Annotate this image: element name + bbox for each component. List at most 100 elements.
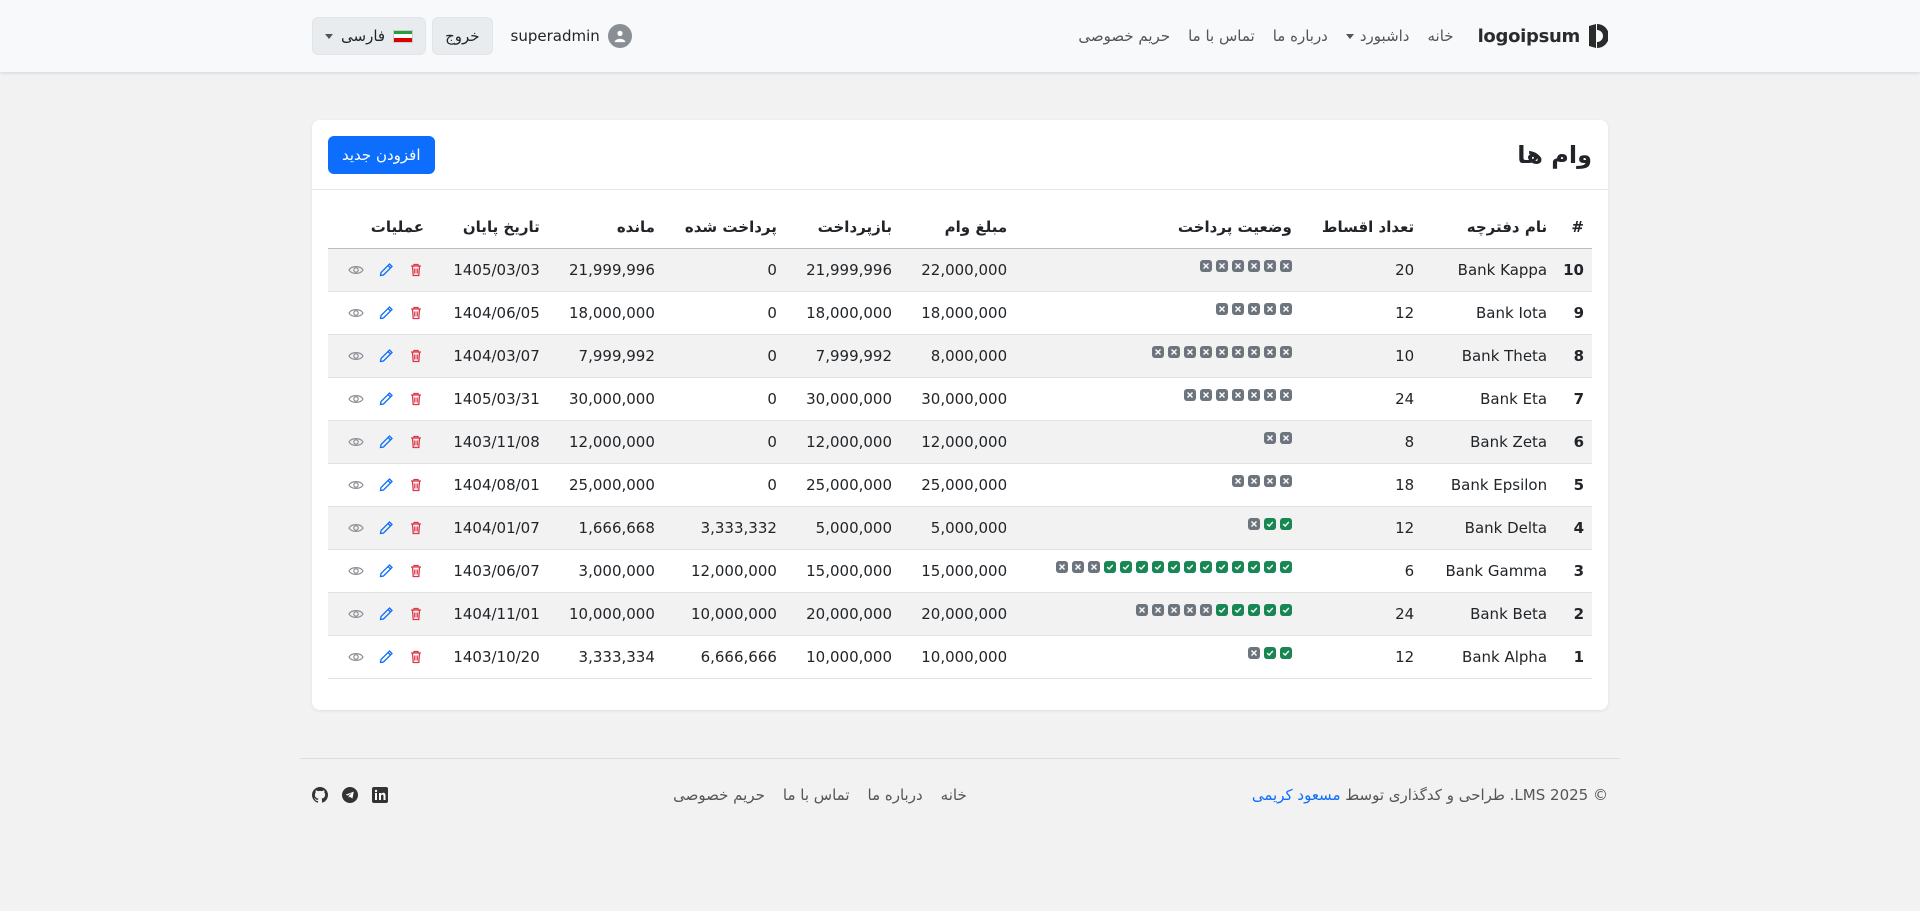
eye-icon[interactable] — [348, 348, 364, 364]
cell-book-name: Bank Kappa — [1422, 248, 1556, 292]
user-menu[interactable]: superadmin — [511, 24, 632, 48]
brand-logo[interactable]: logoipsum — [1478, 22, 1608, 50]
author-link[interactable]: مسعود کریمی — [1252, 786, 1341, 804]
pencil-icon[interactable] — [378, 649, 394, 665]
cell-id: 7 — [1555, 377, 1592, 421]
pencil-icon[interactable] — [378, 606, 394, 622]
cell-paid: 0 — [662, 291, 785, 335]
cell-end-date: 1403/11/08 — [432, 420, 548, 464]
cell-loan-amount: 30,000,000 — [900, 377, 1016, 421]
trash-icon[interactable] — [408, 434, 424, 450]
trash-icon[interactable] — [408, 305, 424, 321]
cell-paid: 0 — [662, 420, 785, 464]
trash-icon[interactable] — [408, 262, 424, 278]
table-row: 8 Bank Theta 10 8,000,000 7,999,992 0 7,999,99… — [328, 334, 1592, 378]
trash-icon[interactable] — [408, 606, 424, 622]
pencil-icon[interactable] — [378, 477, 394, 493]
payment-status-indicators — [1023, 603, 1292, 616]
table-row: 5 Bank Epsilon 18 25,000,000 25,000,000 0 25,0… — [328, 463, 1592, 507]
cross-icon — [1247, 345, 1260, 358]
cell-payment-status — [1015, 592, 1300, 636]
cross-icon — [1151, 345, 1164, 358]
eye-icon[interactable] — [348, 477, 364, 493]
cell-loan-amount: 12,000,000 — [900, 420, 1016, 464]
footer-link-contact[interactable]: تماس با ما — [783, 786, 850, 804]
github-icon[interactable] — [312, 787, 329, 803]
trash-icon[interactable] — [408, 563, 424, 579]
cell-installments: 20 — [1299, 248, 1423, 292]
pencil-icon[interactable] — [378, 391, 394, 407]
check-icon — [1215, 560, 1228, 573]
nav-link-privacy[interactable]: حریم خصوصی — [1078, 27, 1170, 45]
nav-link-about[interactable]: درباره ما — [1273, 27, 1328, 45]
table-wrapper: # نام دفترچه تعداد اقساط وضعیت پرداخت مبلغ و… — [312, 190, 1608, 679]
row-actions — [336, 305, 424, 321]
footer-link-about[interactable]: درباره ما — [868, 786, 923, 804]
pencil-icon[interactable] — [378, 520, 394, 536]
cell-book-name: Bank Eta — [1422, 377, 1556, 421]
cell-loan-amount: 15,000,000 — [900, 549, 1016, 593]
check-icon — [1263, 517, 1276, 530]
check-icon — [1167, 560, 1180, 573]
cell-operations — [328, 248, 433, 292]
eye-icon[interactable] — [348, 305, 364, 321]
telegram-icon[interactable] — [342, 787, 359, 803]
nav-link-contact[interactable]: تماس با ما — [1188, 27, 1255, 45]
cell-payment-status — [1015, 420, 1300, 464]
trash-icon[interactable] — [408, 391, 424, 407]
cross-icon — [1199, 603, 1212, 616]
pencil-icon[interactable] — [378, 434, 394, 450]
cell-payment-status — [1015, 248, 1300, 292]
cross-icon — [1279, 302, 1292, 315]
eye-icon[interactable] — [348, 563, 364, 579]
eye-icon[interactable] — [348, 520, 364, 536]
cell-book-name: Bank Iota — [1422, 291, 1556, 335]
eye-icon[interactable] — [348, 391, 364, 407]
cell-id: 6 — [1555, 420, 1592, 464]
cell-end-date: 1404/06/05 — [432, 291, 548, 335]
top-navbar: logoipsum خانه داشبورد درباره ما تماس با… — [0, 0, 1920, 72]
cross-icon — [1231, 259, 1244, 272]
logout-button[interactable]: خروج — [432, 17, 493, 55]
nav-link-home[interactable]: خانه — [1428, 27, 1454, 45]
cell-payment-status — [1015, 506, 1300, 550]
cross-icon — [1263, 388, 1276, 401]
footer-link-home[interactable]: خانه — [941, 786, 967, 804]
trash-icon[interactable] — [408, 520, 424, 536]
pencil-icon[interactable] — [378, 348, 394, 364]
cell-repayment: 18,000,000 — [784, 291, 901, 335]
trash-icon[interactable] — [408, 348, 424, 364]
header-book-name: نام دفترچه — [1422, 206, 1556, 249]
pencil-icon[interactable] — [378, 305, 394, 321]
trash-icon[interactable] — [408, 649, 424, 665]
language-dropdown[interactable]: فارسی — [312, 17, 427, 55]
pencil-icon[interactable] — [378, 563, 394, 579]
eye-icon[interactable] — [348, 606, 364, 622]
table-row: 1 Bank Alpha 12 10,000,000 10,000,000 6,666,6… — [328, 635, 1592, 679]
eye-icon[interactable] — [348, 434, 364, 450]
eye-icon[interactable] — [348, 649, 364, 665]
footer-container: © 2025 LMS. طراحی و کدگذاری توسط مسعود ک… — [312, 759, 1608, 831]
cell-loan-amount: 18,000,000 — [900, 291, 1016, 335]
cross-icon — [1215, 345, 1228, 358]
cross-icon — [1279, 388, 1292, 401]
table-row: 6 Bank Zeta 8 12,000,000 12,000,000 0 12,000,0… — [328, 420, 1592, 464]
check-icon — [1199, 560, 1212, 573]
cell-paid: 6,666,666 — [662, 635, 785, 679]
pencil-icon[interactable] — [378, 262, 394, 278]
trash-icon[interactable] — [408, 477, 424, 493]
cross-icon — [1199, 388, 1212, 401]
cell-paid: 0 — [662, 463, 785, 507]
add-new-button[interactable]: افزودن جدید — [328, 135, 435, 174]
cell-payment-status — [1015, 549, 1300, 593]
cell-end-date: 1405/03/03 — [432, 248, 548, 292]
linkedin-icon[interactable] — [372, 787, 389, 803]
cell-repayment: 5,000,000 — [784, 506, 901, 550]
nav-dropdown-dashboard[interactable]: داشبورد — [1345, 27, 1410, 45]
eye-icon[interactable] — [348, 262, 364, 278]
row-actions — [336, 563, 424, 579]
row-actions — [336, 262, 424, 278]
footer-link-privacy[interactable]: حریم خصوصی — [673, 786, 765, 804]
cell-remaining: 10,000,000 — [547, 592, 663, 636]
cell-book-name: Bank Beta — [1422, 592, 1556, 636]
